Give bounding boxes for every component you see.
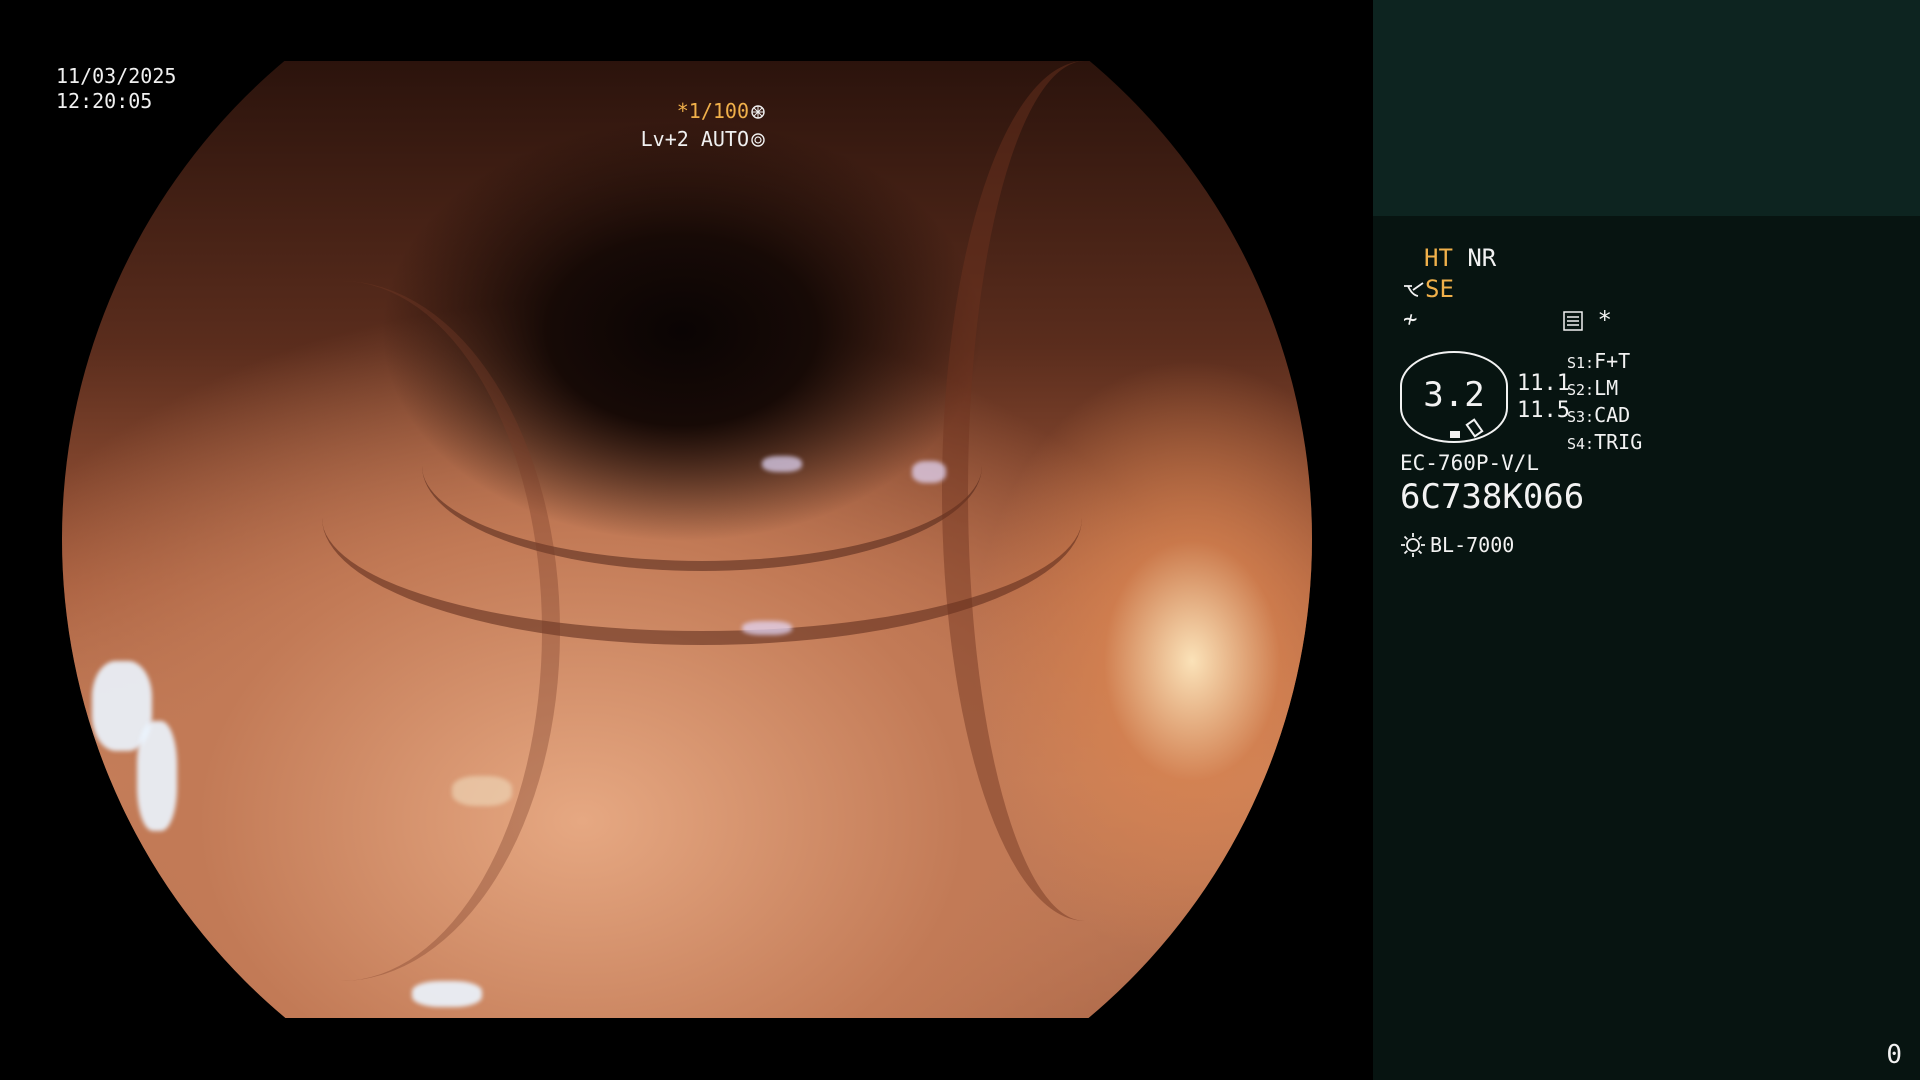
menu-icon (1563, 311, 1583, 331)
switch-item: S1:F+T (1567, 349, 1642, 376)
switch-list: S1:F+T S2:LM S3:CAD S4:TRIG (1567, 349, 1642, 457)
image-counter: 0 (1886, 1040, 1902, 1070)
ht-label: HT (1424, 244, 1453, 272)
endoscopic-image (62, 61, 1312, 1018)
info-side-panel: HT NR SE ≁ * 3.2 11.1 11.5 S1:F+T S2:LM … (1373, 0, 1920, 1080)
switch-value: LM (1594, 376, 1619, 400)
shutter-readout: *1/100 (677, 99, 765, 124)
light-source-label: BL-7000 (1430, 533, 1515, 557)
datetime-readout: 11/03/2025 12:20:05 (56, 64, 176, 114)
switch-value: F+T (1594, 349, 1631, 373)
zoom-value: 3.2 (1423, 375, 1485, 415)
light-reflection (137, 721, 177, 831)
color-enhance-row: ≁ (1403, 304, 1417, 334)
switch-key: S2: (1567, 381, 1595, 399)
iris-readout: Lv+2 AUTO (641, 127, 765, 152)
light-reflection (762, 456, 802, 472)
time-text: 12:20:05 (56, 89, 153, 113)
status-icons-row: * (1563, 305, 1612, 335)
date-text: 11/03/2025 (56, 64, 177, 88)
side-values: 11.1 11.5 (1517, 370, 1570, 424)
asterisk-indicator: * (1597, 306, 1612, 334)
zoom-indicator: 3.2 (1400, 351, 1508, 443)
enhance-icon (1404, 282, 1424, 297)
side-value: 11.1 (1517, 371, 1570, 396)
shutter-icon (751, 105, 765, 119)
mucosal-fold (122, 281, 560, 981)
light-reflection (742, 621, 792, 635)
color-enhance-icon: ≁ (1403, 305, 1418, 333)
se-label: SE (1425, 275, 1454, 303)
se-row: SE (1403, 274, 1454, 304)
switch-value: CAD (1594, 403, 1631, 427)
iris-text: Lv+2 AUTO (640, 127, 749, 151)
endoscope-video-area: 11/03/2025 12:20:05 *1/100 Lv+2 AUTO (0, 0, 1373, 1080)
switch-item: S3:CAD (1567, 403, 1642, 430)
side-value: 11.5 (1517, 398, 1570, 423)
zoom-mark (1450, 431, 1460, 438)
panel-header-area (1373, 0, 1920, 216)
nr-label: NR (1467, 244, 1497, 272)
light-reflection (412, 981, 482, 1007)
switch-item: S4:TRIG (1567, 430, 1642, 457)
shutter-text: *1/100 (676, 99, 749, 123)
light-reflection (452, 776, 512, 806)
switch-key: S3: (1567, 408, 1595, 426)
switch-item: S2:LM (1567, 376, 1642, 403)
light-source-row: BL-7000 (1400, 530, 1514, 560)
switch-value: TRIG (1594, 430, 1643, 454)
light-reflection (912, 461, 946, 483)
scope-model: EC-760P-V/L (1400, 451, 1540, 475)
scope-serial: 6C738K066 (1400, 477, 1585, 517)
switch-key: S4: (1567, 435, 1595, 453)
switch-key: S1: (1567, 354, 1595, 372)
tilt-icon (1465, 418, 1484, 438)
light-source-icon (1401, 533, 1425, 557)
enhancement-row: HT NR (1424, 243, 1496, 273)
iris-icon (751, 133, 765, 147)
mucosal-fold (942, 61, 1228, 921)
